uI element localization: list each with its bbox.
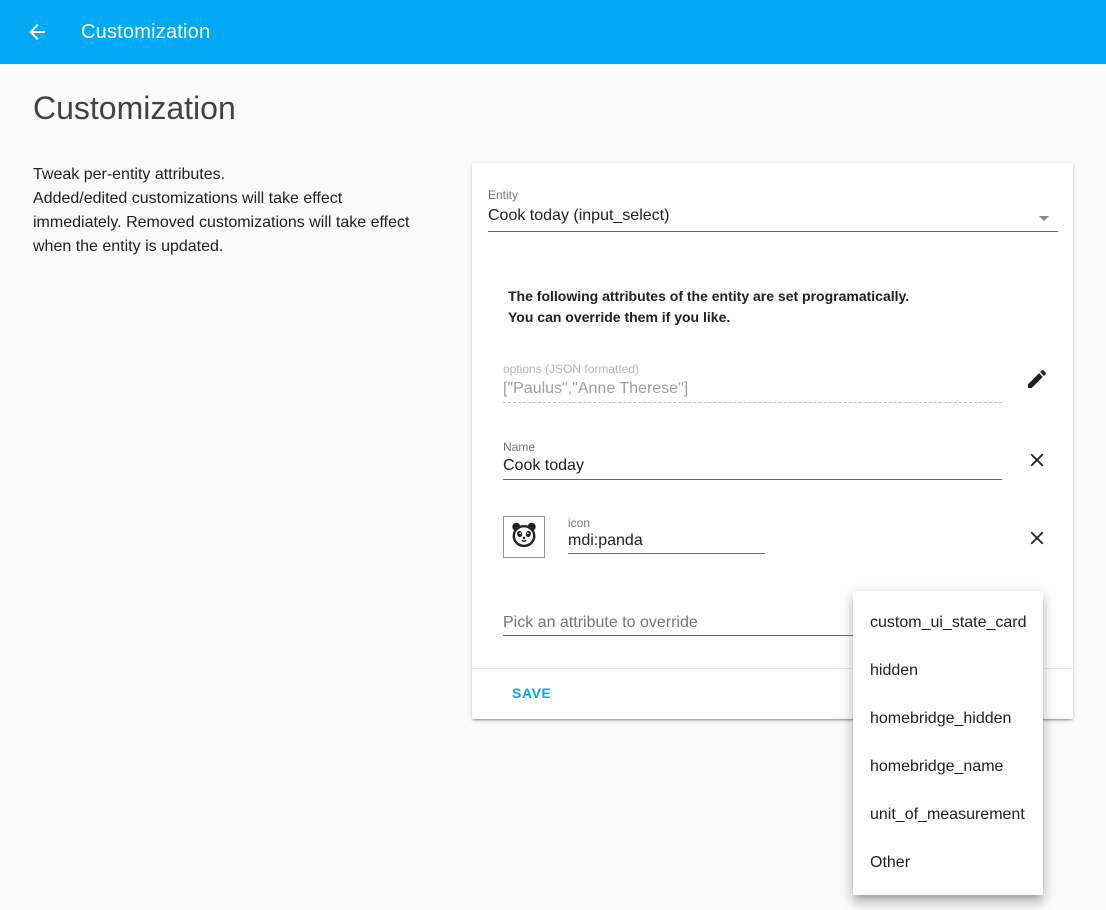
menu-item-hidden[interactable]: hidden (853, 647, 1043, 695)
menu-item-custom-ui-state-card[interactable]: custom_ui_state_card (853, 599, 1043, 647)
attribute-menu: custom_ui_state_card hidden homebridge_h… (853, 591, 1043, 895)
app-bar-title: Customization (81, 0, 210, 64)
entity-select[interactable]: Cook today (input_select) (488, 207, 669, 225)
pencil-icon (1025, 367, 1049, 391)
remove-name-button[interactable] (1025, 448, 1049, 472)
edit-options-button[interactable] (1025, 367, 1049, 391)
page-title: Customization (33, 90, 236, 127)
remove-icon-button[interactable] (1025, 526, 1049, 550)
name-label: Name (503, 440, 535, 454)
options-input (503, 375, 1002, 403)
intro-line-2: Added/edited customizations will take ef… (33, 187, 433, 259)
menu-item-other[interactable]: Other (853, 839, 1043, 887)
name-input[interactable] (503, 453, 1002, 480)
close-icon (1025, 527, 1049, 549)
save-button[interactable]: SAVE (500, 677, 564, 709)
options-label: options (JSON formatted) (503, 362, 639, 376)
panda-icon (509, 520, 539, 555)
back-button[interactable] (25, 20, 49, 44)
menu-item-unit-of-measurement[interactable]: unit_of_measurement (853, 791, 1043, 839)
attributes-note-line-1: The following attributes of the entity a… (508, 286, 909, 307)
close-icon (1025, 449, 1049, 471)
customization-page: Customization Customization Tweak per-en… (0, 0, 1106, 910)
menu-item-homebridge-hidden[interactable]: homebridge_hidden (853, 695, 1043, 743)
icon-label: icon (568, 516, 590, 530)
chevron-down-icon (1039, 216, 1049, 221)
intro-line-1: Tweak per-entity attributes. (33, 163, 433, 187)
attributes-note: The following attributes of the entity a… (508, 286, 909, 328)
entity-underline (488, 231, 1058, 232)
menu-item-homebridge-name[interactable]: homebridge_name (853, 743, 1043, 791)
app-bar: Customization (0, 0, 1106, 64)
arrow-left-icon (25, 20, 49, 44)
attributes-note-line-2: You can override them if you like. (508, 307, 909, 328)
entity-label: Entity (488, 188, 518, 202)
icon-input[interactable] (568, 529, 765, 554)
intro-text: Tweak per-entity attributes. Added/edite… (33, 163, 433, 259)
icon-preview-box (503, 516, 545, 558)
